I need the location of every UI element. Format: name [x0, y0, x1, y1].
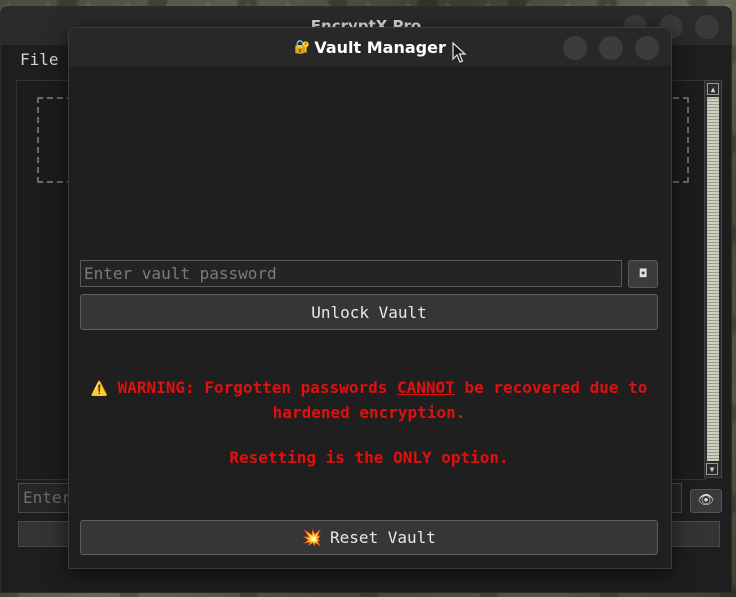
dialog-window-controls [563, 36, 659, 60]
warning-message: ⚠️ WARNING: Forgotten passwords CANNOT b… [80, 376, 658, 425]
dialog-title: 🔐 Vault Manager [294, 38, 446, 57]
warning-prefix: WARNING: Forgotten passwords [117, 378, 397, 397]
reset-note: Resetting is the ONLY option. [229, 448, 509, 467]
close-button[interactable] [695, 15, 719, 39]
menu-file[interactable]: File [1, 50, 59, 69]
dialog-titlebar[interactable]: 🔐 Vault Manager [69, 28, 671, 66]
main-scrollbar[interactable]: ▲ ▼ [704, 80, 722, 478]
vault-manager-dialog: 🔐 Vault Manager ◘ Unlock Vault ⚠️ WARNIN… [68, 27, 672, 569]
mouse-cursor-icon [452, 41, 467, 63]
scroll-down-icon[interactable]: ▼ [706, 463, 718, 475]
reset-vault-button[interactable]: 💥 Reset Vault [80, 520, 658, 555]
dialog-minimize-button[interactable] [563, 36, 587, 60]
scroll-up-icon[interactable]: ▲ [707, 83, 719, 95]
reset-vault-label: Reset Vault [329, 528, 436, 547]
warning-emphasis: CANNOT [396, 378, 455, 397]
dialog-close-button[interactable] [635, 36, 659, 60]
eye-toggle-icon[interactable]: ◘ [628, 260, 658, 288]
unlock-vault-button[interactable]: Unlock Vault [80, 294, 658, 330]
explosion-icon: 💥 [302, 528, 322, 547]
main-eye-icon[interactable]: 👁 [690, 489, 722, 513]
scrollbar-thumb[interactable] [707, 97, 719, 461]
lock-icon: 🔐 [294, 39, 311, 55]
dialog-title-text: Vault Manager [314, 37, 446, 57]
warning-icon: ⚠️ [90, 381, 108, 397]
vault-password-input[interactable] [80, 260, 622, 287]
dialog-maximize-button[interactable] [599, 36, 623, 60]
